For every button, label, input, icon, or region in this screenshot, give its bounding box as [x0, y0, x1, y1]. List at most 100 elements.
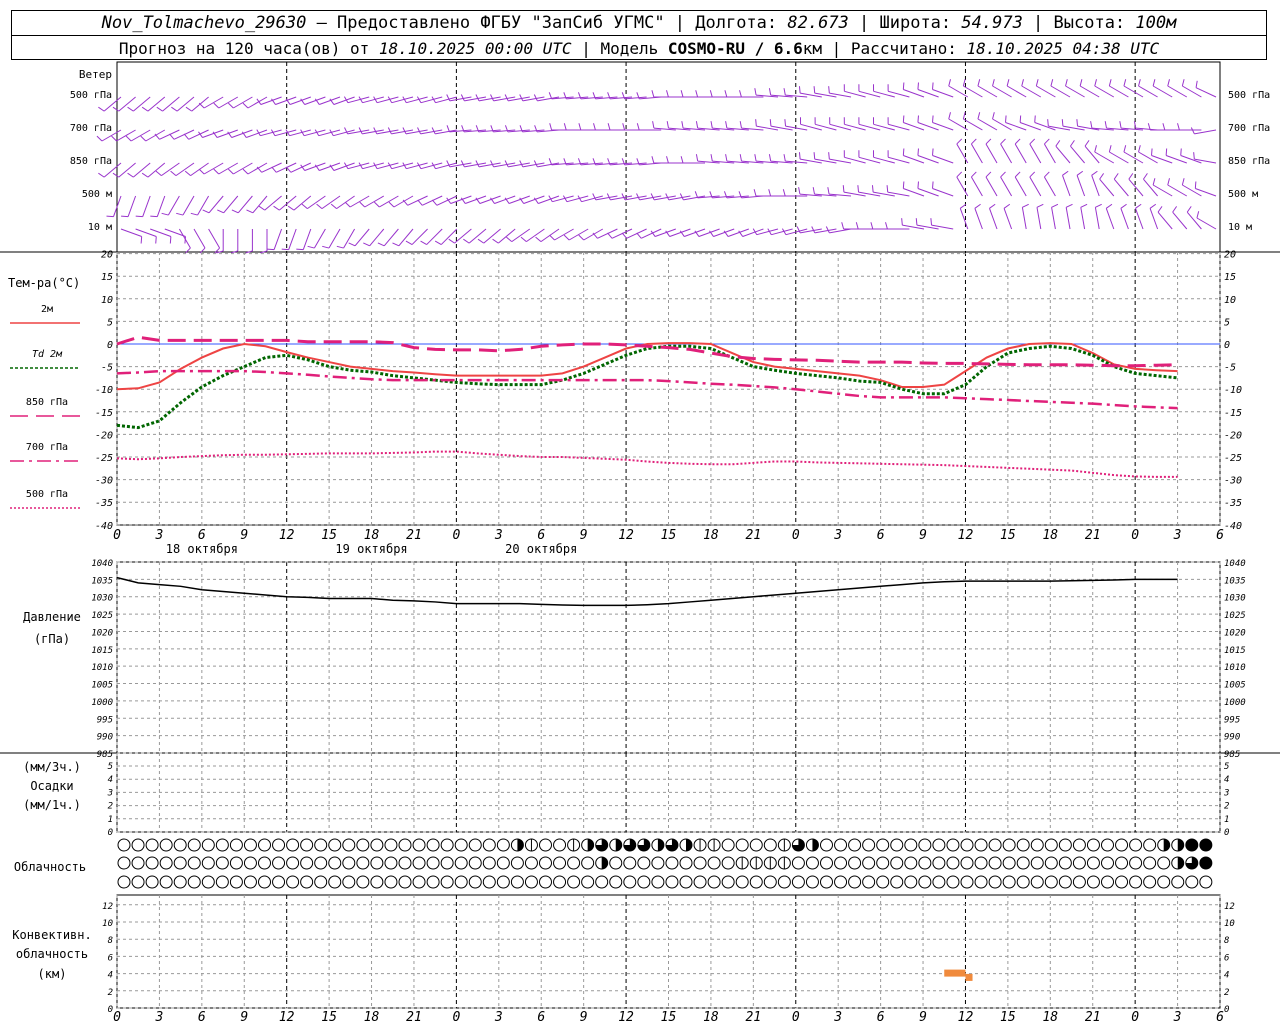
cloud-circle	[243, 838, 257, 852]
cloud-circle	[960, 856, 974, 870]
cloud-symbol	[721, 838, 735, 852]
wind-barb-flag	[141, 106, 149, 112]
wind-barb-flag	[490, 94, 494, 102]
cloud-circle	[328, 856, 342, 870]
cloud-circle	[974, 856, 988, 870]
temp-panel-frame	[116, 251, 1221, 526]
wind-barb	[133, 162, 151, 178]
wind-barb-flag	[1035, 79, 1039, 87]
x-tick-label: 15	[1000, 1010, 1016, 1024]
wind-barb-flag	[155, 170, 162, 177]
wind-barb	[252, 195, 268, 214]
cloud-symbol	[763, 875, 777, 889]
wind-barb-flag	[477, 238, 485, 244]
x-tick-label: 6	[198, 528, 206, 543]
cloud-symbol	[173, 856, 187, 870]
wind-barb-flag	[948, 112, 951, 120]
cloud-symbol	[539, 875, 552, 889]
cloud-symbol	[623, 856, 637, 870]
precip-y-tick-right: 2	[1224, 802, 1229, 812]
x-tick-label: 6	[198, 1010, 206, 1024]
pressure-line	[116, 576, 1178, 607]
cloud-circle	[215, 838, 229, 852]
precip-axis-label: (мм/3ч.)	[23, 760, 81, 774]
x-tick-label: 3	[155, 1010, 164, 1024]
cloud-circle	[1002, 875, 1016, 889]
cloud-circle	[791, 856, 805, 870]
x-tick-label: 18	[703, 1010, 719, 1024]
x-tick-label: 6	[537, 528, 545, 543]
temp-y-tick-right: -25	[1224, 453, 1242, 464]
cloud-fill	[587, 839, 594, 851]
wind-barb-flag	[636, 123, 640, 131]
cloud-circle	[159, 856, 173, 870]
wind-barb-flag	[373, 127, 378, 135]
temp-y-tick-right: 10	[1224, 295, 1236, 306]
wind-barb-flag	[1044, 138, 1050, 145]
wind-barb-flag	[1044, 171, 1050, 178]
cloud-circle	[370, 875, 384, 889]
cloud-symbol	[1002, 856, 1016, 870]
wind-barb	[176, 96, 195, 112]
wind-barb-flag	[974, 203, 981, 209]
wind-level-label: 500 гПа	[70, 90, 112, 101]
x-tick-label: 21	[1085, 1010, 1101, 1024]
cloud-symbol	[145, 838, 159, 852]
wind-barb-flag	[198, 102, 205, 109]
cloud-circle	[960, 838, 974, 852]
temp-axis-label: Тем-ра(°С)	[8, 276, 80, 290]
cloud-circle	[328, 875, 342, 889]
wind-barb-flag	[930, 218, 933, 226]
cloud-symbol	[960, 838, 974, 852]
cloud-circle	[1115, 856, 1129, 870]
cloud-symbol	[482, 875, 496, 889]
cloud-symbol	[1199, 875, 1213, 889]
cloud-circle	[553, 838, 567, 852]
cloud-symbol	[539, 838, 552, 852]
wind-barb	[1043, 143, 1056, 164]
wind-barb-flag	[563, 234, 570, 241]
wind-barb-flag	[242, 102, 249, 109]
cloud-symbol	[272, 838, 286, 852]
cloud-symbol	[988, 875, 1002, 889]
cloud-circle	[342, 838, 356, 852]
wind-barb-flag	[242, 168, 249, 175]
wind-barb	[1055, 145, 1071, 164]
cloud-circle	[454, 838, 468, 852]
wind-barb-flag	[915, 218, 918, 226]
cloud-circle	[370, 838, 384, 852]
wind-barb-flag	[1065, 203, 1073, 208]
wind-barb	[118, 162, 136, 178]
wind-barb-flag	[725, 121, 728, 129]
cloud-symbol	[749, 875, 763, 889]
cloud-symbol	[1101, 838, 1114, 852]
cloud-circle	[707, 856, 721, 870]
cloud-symbol	[890, 838, 904, 852]
wind-barb-flag	[1128, 173, 1134, 180]
cloud-circle	[918, 838, 932, 852]
cloud-symbol	[1199, 856, 1213, 870]
cloud-circle	[1058, 875, 1072, 889]
cloud-symbol	[468, 838, 482, 852]
cloud-symbol	[243, 856, 257, 870]
cloud-circle	[876, 875, 890, 889]
wind-barb-flag	[171, 106, 178, 112]
wind-barb-flag	[902, 82, 905, 90]
wind-barb-flag	[695, 90, 699, 98]
wind-barb-flag	[256, 98, 262, 105]
wind-barb	[440, 228, 458, 245]
cloud-circle	[342, 856, 356, 870]
wind-barb-flag	[842, 185, 845, 193]
wind-barb-flag	[962, 112, 966, 120]
wind-barb	[1084, 145, 1100, 164]
cloud-circle	[384, 838, 398, 852]
cloud-circle	[665, 875, 679, 889]
wind-barb-flag	[1181, 178, 1185, 186]
cloud-symbol	[735, 875, 749, 889]
wind-barb-flag	[681, 121, 684, 129]
wind-barb	[511, 228, 531, 243]
precip-y-tick-right: 4	[1224, 775, 1229, 785]
wind-barb-flag	[170, 170, 177, 177]
wind-barb-flag	[959, 203, 967, 209]
cloud-symbol	[370, 875, 384, 889]
